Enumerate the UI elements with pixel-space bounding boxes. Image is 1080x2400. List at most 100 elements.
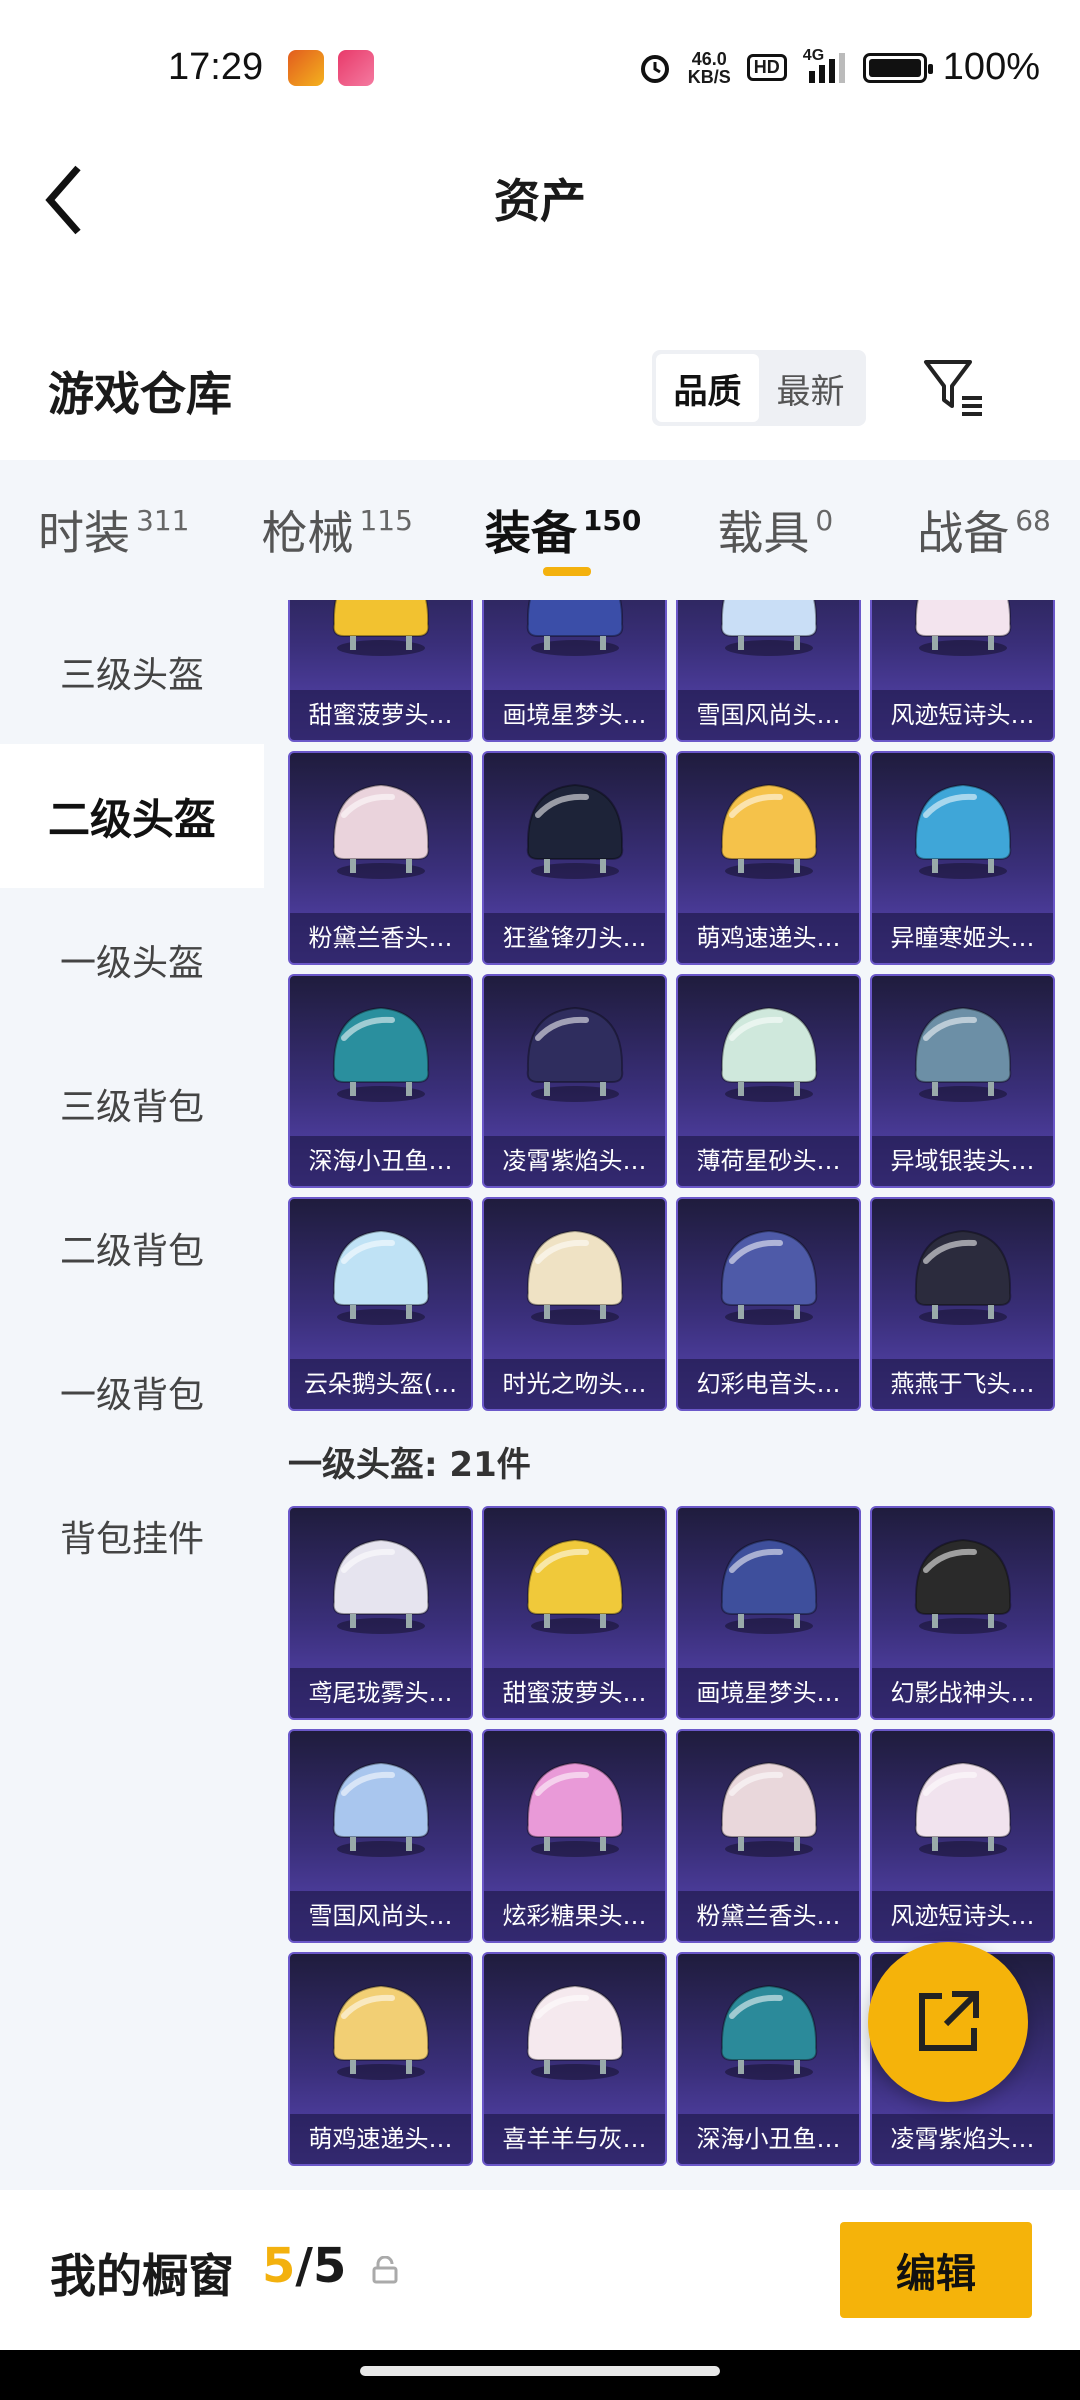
network-speed: 46.0 KB/S [687, 48, 731, 87]
helmet-name: 雪国风尚头… [290, 1891, 471, 1941]
helmet-icon [914, 1538, 1011, 1634]
helmet-icon [914, 1006, 1011, 1102]
sidebar-item-level2-backpack[interactable]: 二级背包 [0, 1176, 264, 1320]
helmet-icon [720, 1006, 817, 1102]
helmet-card[interactable]: 甜蜜菠萝头… [288, 600, 473, 742]
helmet-card[interactable]: 凌霄紫焰头… [482, 974, 667, 1188]
helmet-icon [720, 600, 817, 656]
sort-newest[interactable]: 最新 [759, 354, 862, 422]
helmet-card[interactable]: 画境星梦头… [482, 600, 667, 742]
helmet-card[interactable]: 萌鸡速递头… [288, 1952, 473, 2166]
helmet-card[interactable]: 异域银装头… [870, 974, 1055, 1188]
helmet-card[interactable]: 幻彩电音头… [676, 1197, 861, 1411]
helmet-name: 幻彩电音头… [678, 1359, 859, 1409]
helmet-icon [526, 1006, 623, 1102]
helmet-icon [526, 600, 623, 656]
helmet-name: 薄荷星砂头… [678, 1136, 859, 1186]
helmet-name: 萌鸡速递头… [290, 2114, 471, 2164]
helmet-name: 甜蜜菠萝头… [484, 1668, 665, 1718]
helmet-name: 深海小丑鱼… [678, 2114, 859, 2164]
helmet-name: 云朵鹅头盔(… [290, 1359, 471, 1409]
helmet-card[interactable]: 异瞳寒姬头… [870, 751, 1055, 965]
section-title-level1-helmet: 一级头盔: 21件 [288, 1445, 531, 1485]
signal-icon: 4G [803, 47, 847, 85]
helmet-name: 燕燕于飞头… [872, 1359, 1053, 1409]
helmet-icon [914, 783, 1011, 879]
helmet-card[interactable]: 风迹短诗头… [870, 1729, 1055, 1943]
helmet-icon [720, 1229, 817, 1325]
helmet-card[interactable]: 萌鸡速递头… [676, 751, 861, 965]
helmet-card[interactable]: 深海小丑鱼… [676, 1952, 861, 2166]
share-button[interactable] [868, 1942, 1028, 2102]
edit-button[interactable]: 编辑 [840, 2222, 1032, 2318]
helmet-icon [526, 783, 623, 879]
helmet-name: 粉黛兰香头… [678, 1891, 859, 1941]
helmet-card[interactable]: 雪国风尚头… [288, 1729, 473, 1943]
helmet-icon [332, 1761, 429, 1857]
helmet-name: 异瞳寒姬头… [872, 913, 1053, 963]
helmet-card[interactable]: 深海小丑鱼… [288, 974, 473, 1188]
helmet-card[interactable]: 甜蜜菠萝头… [482, 1506, 667, 1720]
battery-percent: 100% [942, 46, 1040, 88]
notification-app-icon [338, 50, 374, 86]
helmet-name: 凌霄紫焰头… [484, 1136, 665, 1186]
tab-weapons[interactable]: 枪械 115 [261, 460, 412, 600]
helmet-card[interactable]: 狂鲨锋刃头… [482, 751, 667, 965]
helmet-name: 幻影战神头… [872, 1668, 1053, 1718]
helmet-card[interactable]: 幻影战神头… [870, 1506, 1055, 1720]
helmet-icon [332, 1006, 429, 1102]
helmet-icon [720, 783, 817, 879]
sidebar-item-level1-backpack[interactable]: 一级背包 [0, 1320, 264, 1464]
tab-fashion[interactable]: 时装 311 [38, 460, 189, 600]
helmet-card[interactable]: 粉黛兰香头… [288, 751, 473, 965]
helmet-card[interactable]: 画境星梦头… [676, 1506, 861, 1720]
helmet-icon [526, 1761, 623, 1857]
home-handle[interactable] [360, 2366, 720, 2376]
sort-quality[interactable]: 品质 [656, 354, 759, 422]
helmet-name: 风迹短诗头… [872, 1891, 1053, 1941]
helmet-card[interactable]: 鸢尾珑雾头… [288, 1506, 473, 1720]
helmet-card[interactable]: 粉黛兰香头… [676, 1729, 861, 1943]
helmet-card[interactable]: 风迹短诗头… [870, 600, 1055, 742]
helmet-card[interactable]: 炫彩糖果头… [482, 1729, 667, 1943]
helmet-card[interactable]: 薄荷星砂头… [676, 974, 861, 1188]
tab-equipment[interactable]: 装备 150 [485, 460, 641, 600]
helmet-card[interactable]: 喜羊羊与灰… [482, 1952, 667, 2166]
filter-icon[interactable] [920, 356, 990, 420]
helmet-name: 时光之吻头… [484, 1359, 665, 1409]
helmet-icon [914, 1761, 1011, 1857]
helmet-name: 喜羊羊与灰… [484, 2114, 665, 2164]
tab-supplies[interactable]: 战备 68 [917, 460, 1051, 600]
helmet-card[interactable]: 燕燕于飞头… [870, 1197, 1055, 1411]
helmet-icon [720, 1538, 817, 1634]
helmet-card[interactable]: 雪国风尚头… [676, 600, 861, 742]
active-tab-indicator [543, 567, 592, 576]
sidebar-item-level3-helmet[interactable]: 三级头盔 [0, 600, 264, 744]
sidebar: 三级头盔 二级头盔 一级头盔 三级背包 二级背包 一级背包 背包挂件 [0, 600, 264, 2190]
share-icon [919, 1991, 979, 2051]
helmet-icon [720, 1984, 817, 2080]
notification-app-icon [288, 50, 324, 86]
sidebar-item-level3-backpack[interactable]: 三级背包 [0, 1032, 264, 1176]
helmet-name: 凌霄紫焰头… [872, 2114, 1053, 2164]
helmet-icon [720, 1761, 817, 1857]
status-bar: 17:29 46.0 KB/S HD 4G 100% [0, 0, 1080, 140]
helmet-icon [332, 1538, 429, 1634]
helmet-icon [526, 1538, 623, 1634]
sort-toggle: 品质 最新 [652, 350, 866, 426]
helmet-name: 雪国风尚头… [678, 690, 859, 740]
alarm-icon [640, 54, 669, 83]
status-icons: 46.0 KB/S HD 4G 100% [638, 46, 1040, 89]
sidebar-item-level1-helmet[interactable]: 一级头盔 [0, 888, 264, 1032]
helmet-icon [526, 1984, 623, 2080]
helmet-card[interactable]: 时光之吻头… [482, 1197, 667, 1411]
category-tabs: 时装 311 枪械 115 装备 150 载具 0 战备 68 [0, 460, 1080, 600]
lock-icon [372, 2256, 398, 2284]
hd-icon: HD [746, 54, 787, 81]
level2-helmet-grid: 甜蜜菠萝头… 画境星梦头… 雪国风尚头… 风迹短诗头… 粉黛兰香头… 狂鲨锋刃头… 萌鸡速递… [264, 600, 1080, 1411]
showcase-bar: 我的橱窗 5/5 编辑 [0, 2190, 1080, 2350]
tab-vehicles[interactable]: 载具 0 [717, 460, 833, 600]
sidebar-item-backpack-charm[interactable]: 背包挂件 [0, 1464, 264, 1608]
sidebar-item-level2-helmet[interactable]: 二级头盔 [0, 744, 264, 888]
helmet-card[interactable]: 云朵鹅头盔(… [288, 1197, 473, 1411]
